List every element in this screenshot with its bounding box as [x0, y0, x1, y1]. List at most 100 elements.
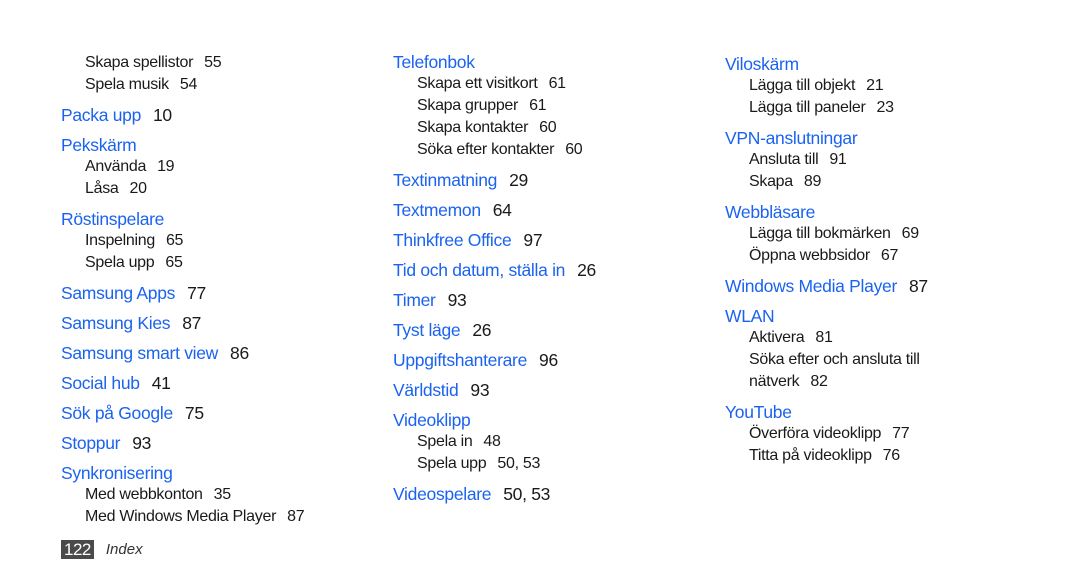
- index-subentry[interactable]: Inspelning 65: [61, 230, 361, 252]
- page-reference[interactable]: 87: [287, 508, 305, 525]
- page-reference[interactable]: 77: [892, 425, 910, 442]
- page-reference[interactable]: 20: [130, 180, 148, 197]
- page-reference[interactable]: 60: [565, 141, 583, 158]
- page-reference[interactable]: 82: [810, 373, 828, 390]
- index-heading-title[interactable]: Videospelare: [393, 484, 492, 504]
- index-subentry[interactable]: Lägga till bokmärken 69: [725, 223, 1025, 245]
- page-reference[interactable]: 81: [815, 329, 833, 346]
- index-heading-title[interactable]: Samsung Apps: [61, 283, 175, 303]
- index-heading-title[interactable]: Sök på Google: [61, 403, 173, 423]
- index-subentry[interactable]: Skapa 89: [725, 171, 1025, 193]
- index-subentry[interactable]: Använda 19: [61, 156, 361, 178]
- index-subentry[interactable]: Skapa ett visitkort 61: [393, 73, 693, 95]
- index-subentry[interactable]: Låsa 20: [61, 178, 361, 200]
- page-reference[interactable]: 96: [539, 350, 558, 370]
- index-subentry[interactable]: Söka efter kontakter 60: [393, 139, 693, 161]
- index-subentry[interactable]: Med webbkonton 35: [61, 484, 361, 506]
- index-heading-title[interactable]: WLAN: [725, 306, 775, 326]
- page-reference[interactable]: 91: [829, 151, 847, 168]
- index-heading-title[interactable]: Thinkfree Office: [393, 230, 512, 250]
- index-heading-title[interactable]: Windows Media Player: [725, 276, 897, 296]
- page-reference[interactable]: 65: [166, 232, 184, 249]
- page-reference[interactable]: 67: [881, 247, 899, 264]
- index-heading-title[interactable]: Social hub: [61, 373, 140, 393]
- page-reference[interactable]: 10: [153, 105, 172, 125]
- page-reference[interactable]: 77: [187, 283, 206, 303]
- index-heading-title[interactable]: VPN-anslutningar: [725, 128, 858, 148]
- index-subentry[interactable]: Spela in 48: [393, 431, 693, 453]
- index-heading-title[interactable]: Telefonbok: [393, 52, 475, 72]
- page-reference[interactable]: 26: [577, 260, 596, 280]
- page-reference[interactable]: 29: [509, 170, 528, 190]
- index-subentry[interactable]: Överföra videoklipp 77: [725, 423, 1025, 445]
- page-reference[interactable]: 64: [493, 200, 512, 220]
- page-reference[interactable]: 69: [902, 225, 920, 242]
- index-entry-textinmatning: Textinmatning 29: [393, 169, 693, 191]
- page-reference[interactable]: 97: [523, 230, 542, 250]
- index-entry-samsung-apps: Samsung Apps 77: [61, 282, 361, 304]
- index-heading-title[interactable]: Videoklipp: [393, 410, 471, 430]
- subentry-label: Lägga till bokmärken: [749, 225, 891, 242]
- page-reference[interactable]: 50, 53: [497, 455, 540, 472]
- page-reference[interactable]: 26: [472, 320, 491, 340]
- index-heading-title[interactable]: Tid och datum, ställa in: [393, 260, 565, 280]
- page-reference[interactable]: 89: [804, 173, 822, 190]
- index-heading-title[interactable]: Timer: [393, 290, 436, 310]
- index-heading-title[interactable]: Uppgiftshanterare: [393, 350, 527, 370]
- index-heading-title[interactable]: Packa upp: [61, 105, 141, 125]
- page-reference[interactable]: 23: [876, 99, 894, 116]
- index-subentry[interactable]: Titta på videoklipp 76: [725, 445, 1025, 467]
- index-heading: Webbläsare: [725, 201, 1025, 223]
- page-reference[interactable]: 55: [204, 54, 222, 71]
- index-heading-title[interactable]: Stoppur: [61, 433, 121, 453]
- index-subentry[interactable]: Söka efter och ansluta till nätverk 82: [725, 349, 949, 393]
- index-subentry[interactable]: Öppna webbsidor 67: [725, 245, 1025, 267]
- page-reference[interactable]: 48: [483, 433, 501, 450]
- index-heading-title[interactable]: Textmemon: [393, 200, 481, 220]
- index-subentry[interactable]: Skapa spellistor 55: [61, 52, 361, 74]
- index-subentry[interactable]: Spela upp 65: [61, 252, 361, 274]
- index-heading-title[interactable]: Viloskärm: [725, 54, 799, 74]
- page-reference[interactable]: 93: [132, 433, 151, 453]
- page-reference[interactable]: 75: [185, 403, 204, 423]
- index-subentry[interactable]: Skapa kontakter 60: [393, 117, 693, 139]
- subentry-label: Spela in: [417, 433, 473, 450]
- page-reference[interactable]: 87: [182, 313, 201, 333]
- continued-subentries: Skapa spellistor 55 Spela musik 54: [61, 52, 361, 96]
- page-reference[interactable]: 93: [470, 380, 489, 400]
- index-heading-title[interactable]: YouTube: [725, 402, 792, 422]
- index-column-3: Viloskärm Lägga till objekt 21 Lägga till p…: [725, 53, 1025, 467]
- page-reference[interactable]: 65: [165, 254, 183, 271]
- page-reference[interactable]: 93: [448, 290, 467, 310]
- index-subentry[interactable]: Lägga till paneler 23: [725, 97, 1025, 119]
- page-reference[interactable]: 76: [883, 447, 901, 464]
- index-subentry[interactable]: Lägga till objekt 21: [725, 75, 1025, 97]
- index-heading-title[interactable]: Röstinspelare: [61, 209, 164, 229]
- index-subentry[interactable]: Ansluta till 91: [725, 149, 1025, 171]
- index-subentry[interactable]: Spela musik 54: [61, 74, 361, 96]
- page-reference[interactable]: 60: [539, 119, 557, 136]
- page-reference[interactable]: 61: [529, 97, 547, 114]
- index-heading-title[interactable]: Samsung Kies: [61, 313, 171, 333]
- index-heading-title[interactable]: Världstid: [393, 380, 459, 400]
- page-reference[interactable]: 50, 53: [503, 484, 550, 504]
- page-reference[interactable]: 21: [866, 77, 884, 94]
- page-reference[interactable]: 35: [214, 486, 232, 503]
- page-reference[interactable]: 19: [157, 158, 175, 175]
- page-reference[interactable]: 54: [180, 76, 198, 93]
- index-subentry[interactable]: Skapa grupper 61: [393, 95, 693, 117]
- index-subentry[interactable]: Aktivera 81: [725, 327, 1025, 349]
- page-reference[interactable]: 61: [549, 75, 567, 92]
- index-heading-title[interactable]: Samsung smart view: [61, 343, 218, 363]
- index-heading-title[interactable]: Pekskärm: [61, 135, 137, 155]
- index-heading-title[interactable]: Textinmatning: [393, 170, 497, 190]
- page-reference[interactable]: 86: [230, 343, 249, 363]
- index-subentry[interactable]: Med Windows Media Player 87: [61, 506, 361, 528]
- subentry-list: Skapa ett visitkort 61 Skapa grupper 61 Skap…: [393, 73, 693, 161]
- page-reference[interactable]: 87: [909, 276, 928, 296]
- index-heading-title[interactable]: Tyst läge: [393, 320, 461, 340]
- index-heading-title[interactable]: Webbläsare: [725, 202, 815, 222]
- index-heading-title[interactable]: Synkronisering: [61, 463, 173, 483]
- index-subentry[interactable]: Spela upp 50, 53: [393, 453, 693, 475]
- page-reference[interactable]: 41: [152, 373, 171, 393]
